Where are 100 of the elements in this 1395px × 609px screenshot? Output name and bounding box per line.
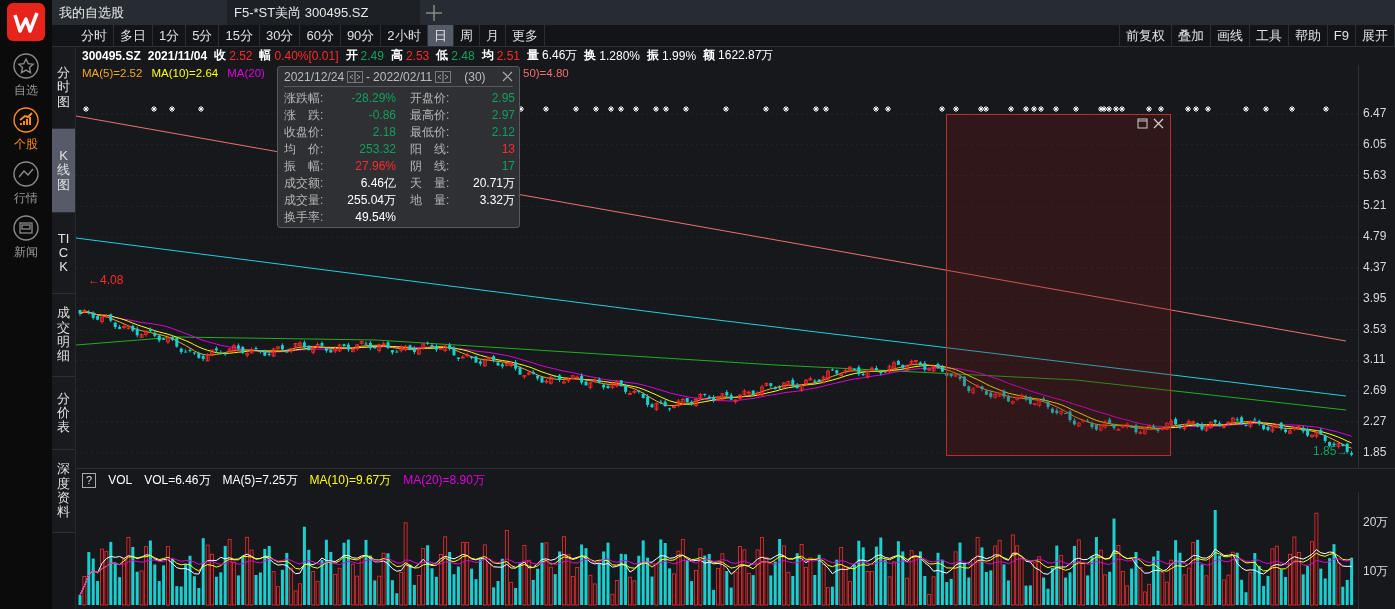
price-axis-label: 5.21 xyxy=(1362,197,1388,215)
price-axis-label: 3.11 xyxy=(1362,351,1387,369)
toolbar-button[interactable]: 画线 xyxy=(1210,25,1250,46)
quote-label: 额 xyxy=(703,47,716,65)
view-tab[interactable]: TICK xyxy=(52,213,75,294)
period-tab[interactable]: 日 xyxy=(427,25,454,46)
period-tab[interactable]: 90分 xyxy=(340,25,382,46)
price-axis-label: 2.69 xyxy=(1362,382,1388,400)
asterisk-marker xyxy=(168,105,176,112)
close-icon[interactable] xyxy=(1153,117,1164,129)
stat-label: 换手率: xyxy=(284,208,325,225)
asterisk-marker xyxy=(1052,105,1060,112)
stat-value: -28.29% xyxy=(350,89,396,106)
asterisk-marker xyxy=(572,105,580,112)
asterisk-marker xyxy=(1157,105,1165,112)
stat-label: 最高价: xyxy=(410,106,451,123)
period-tab[interactable]: 60分 xyxy=(300,25,341,46)
asterisk-marker xyxy=(607,105,615,112)
stat-value: 17 xyxy=(500,157,515,174)
asterisk-marker xyxy=(652,105,660,112)
asterisk-marker xyxy=(517,105,525,112)
period-tab[interactable]: 周 xyxy=(453,25,480,46)
range-separator: - xyxy=(366,69,371,84)
toolbar-button[interactable]: 前复权 xyxy=(1118,25,1172,46)
stat-label: 均 价: xyxy=(284,140,325,157)
asterisk-marker xyxy=(617,105,625,112)
volume-axis-label: 10万 xyxy=(1362,563,1390,580)
toolbar-button[interactable]: 叠加 xyxy=(1171,25,1211,46)
toolbar-button[interactable]: 工具 xyxy=(1249,25,1289,46)
period-tab[interactable]: 月 xyxy=(479,25,506,46)
document-tab[interactable]: F5-*ST美尚 300495.SZ xyxy=(227,0,420,25)
asterisk-marker xyxy=(662,105,670,112)
quote-value: 6.46万 xyxy=(542,47,578,65)
range-start-date: 2021/12/24 xyxy=(284,69,345,84)
stat-label: 天 量: xyxy=(410,174,451,191)
asterisk-marker xyxy=(150,105,158,112)
close-icon[interactable] xyxy=(502,71,513,82)
low-price-label: 1.85→ xyxy=(1313,443,1349,458)
asterisk-marker xyxy=(592,105,600,112)
view-tab[interactable]: K线图 xyxy=(52,129,75,213)
period-tab[interactable]: 30分 xyxy=(259,25,301,46)
quote-value: 2.48 xyxy=(451,48,475,63)
period-tab[interactable]: 多日 xyxy=(114,25,153,46)
price-axis-label: 1.85 xyxy=(1362,443,1388,461)
nav-item[interactable]: 行情 xyxy=(13,161,39,207)
period-tab[interactable]: 15分 xyxy=(219,25,260,46)
stat-value: -0.86 xyxy=(367,106,396,123)
asterisk-marker xyxy=(82,105,90,112)
asterisk-marker xyxy=(1322,105,1330,112)
quote-value: 2.51 xyxy=(496,48,520,63)
volume-legend: MA(10)=9.67万 xyxy=(309,471,392,489)
asterisk-marker xyxy=(722,105,730,112)
volume-legend: MA(5)=7.25万 xyxy=(222,471,298,489)
period-tab[interactable]: 5分 xyxy=(186,25,220,46)
stepper-icon[interactable] xyxy=(347,70,364,83)
asterisk-marker xyxy=(782,105,790,112)
toolbar-button[interactable]: 帮助 xyxy=(1288,25,1328,46)
nav-item[interactable]: 个股 xyxy=(13,107,39,153)
quote-label: 换 xyxy=(584,47,597,65)
quote-label: 振 xyxy=(647,47,660,65)
asterisk-marker xyxy=(884,105,892,112)
view-tab[interactable]: 深度资料 xyxy=(52,450,75,533)
stat-label: 开盘价: xyxy=(410,89,451,106)
quote-label: 幅 xyxy=(259,47,272,65)
period-tab[interactable]: 更多 xyxy=(505,25,545,46)
app-logo xyxy=(7,3,45,41)
stat-label: 最低价: xyxy=(410,123,451,140)
help-button[interactable]: ? xyxy=(82,472,97,488)
period-tab[interactable]: 1分 xyxy=(153,25,187,46)
stat-label: 成交额: xyxy=(284,174,325,191)
stepper-icon[interactable] xyxy=(435,70,452,83)
stat-value: 3.32万 xyxy=(478,191,515,208)
period-tab[interactable]: 2小时 xyxy=(381,25,428,46)
price-axis-label: 2.27 xyxy=(1362,413,1388,431)
restore-icon[interactable] xyxy=(1137,117,1148,129)
toolbar-button[interactable]: F9 xyxy=(1327,25,1356,46)
price-axis-label: 3.95 xyxy=(1362,289,1388,307)
quote-value: 0.40%[0.01] xyxy=(274,48,339,63)
nav-item[interactable]: 新闻 xyxy=(13,215,39,261)
asterisk-marker xyxy=(197,105,205,112)
price-axis-label: 3.53 xyxy=(1362,320,1388,338)
stock-code: 300495.SZ xyxy=(82,48,141,63)
period-tab[interactable]: 分时 xyxy=(75,25,114,46)
view-tab[interactable]: 成交明细 xyxy=(52,294,75,377)
document-tab[interactable]: 我的自选股 xyxy=(52,0,227,25)
view-tab[interactable]: 分时图 xyxy=(52,47,75,129)
quote-value: 1.99% xyxy=(662,48,697,63)
toolbar-button[interactable]: 展开 xyxy=(1356,25,1395,46)
quote-value: 2.53 xyxy=(405,48,430,63)
asterisk-marker xyxy=(1007,105,1015,112)
volume-legend: VOL=6.46万 xyxy=(144,471,211,489)
asterisk-marker xyxy=(822,105,830,112)
quote-value: 2.52 xyxy=(229,48,253,63)
quote-label: 高 xyxy=(390,47,403,65)
stat-label: 振 幅: xyxy=(284,157,325,174)
nav-item[interactable]: 自选 xyxy=(13,53,39,99)
stat-value: 2.95 xyxy=(490,89,515,106)
add-tab-icon[interactable] xyxy=(424,2,444,23)
asterisk-marker xyxy=(1242,105,1250,112)
view-tab[interactable]: 分价表 xyxy=(52,377,75,450)
